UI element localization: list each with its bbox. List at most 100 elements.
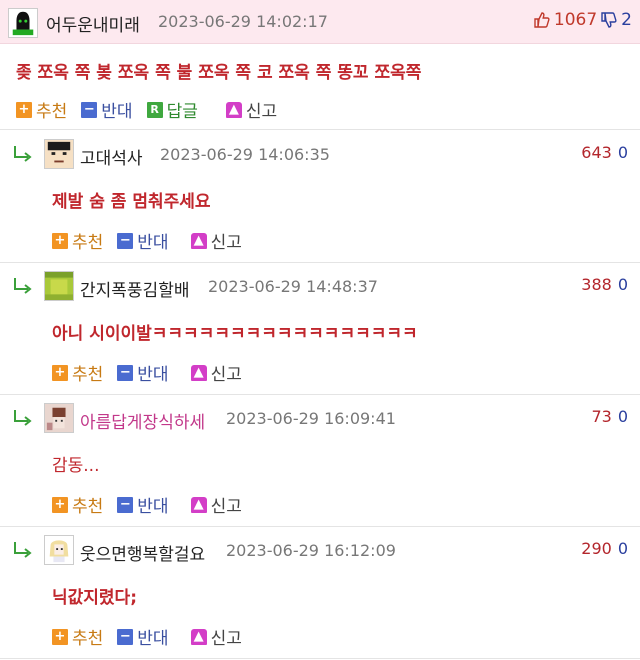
report-label: 신고 — [210, 629, 242, 649]
report-button[interactable]: ▲ 신고 — [190, 624, 242, 649]
comment-body: 아니 시이이발ㅋㅋㅋㅋㅋㅋㅋㅋㅋㅋㅋㅋㅋㅋㅋㅋㅋ — [52, 324, 418, 344]
comment-downvote-count: 0 — [617, 275, 628, 294]
recommend-button[interactable]: + 추천 — [52, 360, 103, 385]
post-downvote-count: 2 — [621, 10, 632, 30]
report-button[interactable]: ▲ 신고 — [190, 228, 242, 253]
recommend-label: 추천 — [36, 102, 68, 122]
oppose-button[interactable]: − 반대 — [117, 228, 169, 253]
report-label: 신고 — [210, 497, 242, 517]
post-upvote-count: 1067 — [553, 10, 598, 30]
comment-actions: + 추천 − 반대 ▲ 신고 — [52, 624, 242, 649]
author-avatar[interactable] — [8, 8, 38, 38]
siren-icon: ▲ — [190, 232, 207, 249]
comment-date: 2023-06-29 16:12:09 — [226, 541, 396, 560]
plus-icon: + — [52, 628, 68, 645]
report-button[interactable]: ▲ 신고 — [225, 97, 278, 122]
minus-icon: − — [117, 232, 134, 249]
reply-arrow-icon — [14, 542, 32, 558]
comment-body: 제발 숨 좀 멈춰주세요 — [52, 192, 211, 212]
plus-icon: + — [16, 101, 32, 118]
thumb-down-icon[interactable] — [600, 11, 618, 29]
siren-icon: ▲ — [225, 101, 242, 118]
comment-item: 웃으면행복할걸요 2023-06-29 16:12:09 290 0 닉값지렸다… — [0, 527, 640, 659]
oppose-label: 반대 — [137, 629, 169, 649]
author-avatar[interactable] — [44, 403, 74, 433]
minus-icon: − — [117, 628, 134, 645]
report-label: 신고 — [245, 102, 278, 122]
thumb-up-icon[interactable] — [533, 11, 551, 29]
comment-upvote-count: 290 — [581, 539, 612, 558]
report-button[interactable]: ▲ 신고 — [190, 360, 242, 385]
post-vote: 1067 2 — [533, 10, 632, 30]
comment-date: 2023-06-29 14:48:37 — [208, 277, 378, 296]
minus-icon: − — [117, 364, 134, 381]
original-post: 어두운내미래 2023-06-29 14:02:17 1067 2 좆 쪼옥 쪽… — [0, 0, 640, 130]
post-date: 2023-06-29 14:02:17 — [158, 12, 328, 31]
reply-arrow-icon — [14, 146, 32, 162]
comment-vote: 73 0 — [591, 407, 628, 426]
comment-item: 고대석사 2023-06-29 14:06:35 643 0 제발 숨 좀 멈춰… — [0, 131, 640, 263]
comment-author[interactable]: 아름답게장식하세 — [80, 408, 205, 433]
author-avatar[interactable] — [44, 271, 74, 301]
siren-icon: ▲ — [190, 628, 207, 645]
post-body: 좆 쪼옥 쪽 봊 쪼옥 쪽 불 쪼옥 쪽 코 쪼옥 쪽 똥꼬 쪼옥쪽 — [16, 63, 422, 83]
recommend-button[interactable]: + 추천 — [52, 624, 103, 649]
comment-body: 닉값지렸다; — [52, 588, 137, 608]
reply-arrow-icon — [14, 410, 32, 426]
comment-upvote-count: 73 — [591, 407, 612, 426]
comment-item: 아름답게장식하세 2023-06-29 16:09:41 73 0 감동... … — [0, 395, 640, 527]
comment-downvote-count: 0 — [617, 407, 628, 426]
comment-date: 2023-06-29 16:09:41 — [226, 409, 396, 428]
reply-label: 답글 — [166, 102, 198, 122]
recommend-label: 추천 — [72, 365, 104, 385]
recommend-label: 추천 — [72, 497, 104, 517]
recommend-button[interactable]: + 추천 — [16, 97, 67, 122]
post-actions: + 추천 − 반대 R 답글 ▲ 신고 — [16, 97, 277, 122]
oppose-label: 반대 — [137, 233, 169, 253]
reply-button[interactable]: R 답글 — [146, 97, 198, 122]
comment-vote: 388 0 — [581, 275, 628, 294]
comment-upvote-count: 643 — [581, 143, 612, 162]
plus-icon: + — [52, 364, 68, 381]
recommend-label: 추천 — [72, 629, 104, 649]
oppose-button[interactable]: − 반대 — [117, 360, 169, 385]
oppose-button[interactable]: − 반대 — [117, 492, 169, 517]
report-label: 신고 — [210, 365, 242, 385]
oppose-label: 반대 — [137, 497, 169, 517]
post-author[interactable]: 어두운내미래 — [46, 11, 140, 36]
comment-author[interactable]: 고대석사 — [80, 144, 143, 169]
oppose-label: 반대 — [137, 365, 169, 385]
report-label: 신고 — [210, 233, 242, 253]
reply-arrow-icon — [14, 278, 32, 294]
recommend-label: 추천 — [72, 233, 104, 253]
comment-vote: 643 0 — [581, 143, 628, 162]
plus-icon: + — [52, 496, 68, 513]
comment-actions: + 추천 − 반대 ▲ 신고 — [52, 360, 242, 385]
post-header: 어두운내미래 2023-06-29 14:02:17 1067 2 — [0, 0, 640, 44]
siren-icon: ▲ — [190, 364, 207, 381]
report-button[interactable]: ▲ 신고 — [190, 492, 242, 517]
oppose-button[interactable]: − 반대 — [117, 624, 169, 649]
comment-date: 2023-06-29 14:06:35 — [160, 145, 330, 164]
author-avatar[interactable] — [44, 535, 74, 565]
comment-upvote-count: 388 — [581, 275, 612, 294]
recommend-button[interactable]: + 추천 — [52, 228, 103, 253]
comment-author[interactable]: 간지폭풍김할배 — [80, 276, 189, 301]
comment-actions: + 추천 − 반대 ▲ 신고 — [52, 228, 242, 253]
comment-actions: + 추천 − 반대 ▲ 신고 — [52, 492, 242, 517]
comment-downvote-count: 0 — [617, 539, 628, 558]
reply-r-icon: R — [146, 101, 163, 118]
plus-icon: + — [52, 232, 68, 249]
comment-item: 간지폭풍김할배 2023-06-29 14:48:37 388 0 아니 시이이… — [0, 263, 640, 395]
oppose-button[interactable]: − 반대 — [81, 97, 133, 122]
comment-body: 감동... — [52, 456, 100, 476]
oppose-label: 반대 — [101, 102, 133, 122]
minus-icon: − — [117, 496, 134, 513]
author-avatar[interactable] — [44, 139, 74, 169]
comment-downvote-count: 0 — [617, 143, 628, 162]
comment-author[interactable]: 웃으면행복할걸요 — [80, 540, 205, 565]
siren-icon: ▲ — [190, 496, 207, 513]
comment-vote: 290 0 — [581, 539, 628, 558]
minus-icon: − — [81, 101, 98, 118]
recommend-button[interactable]: + 추천 — [52, 492, 103, 517]
